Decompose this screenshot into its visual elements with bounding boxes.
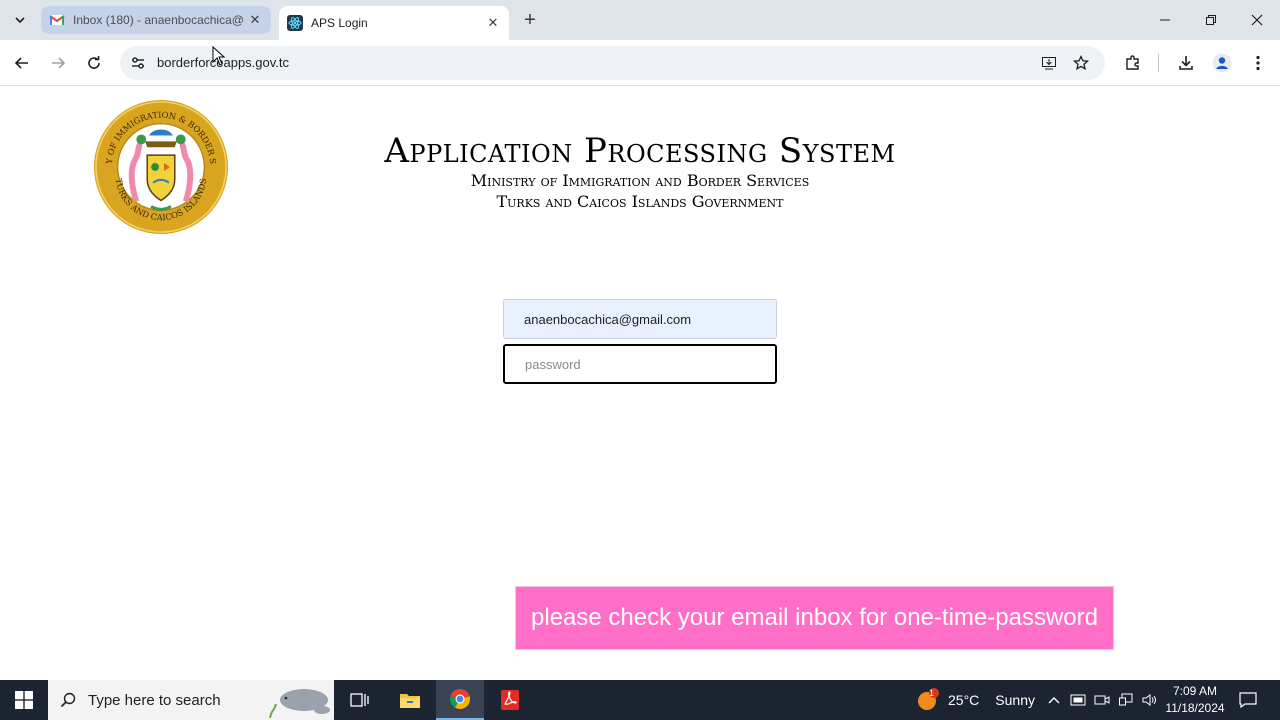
notifications-button[interactable] (1236, 680, 1260, 720)
weather-temp: 25°C (948, 692, 980, 708)
gmail-icon (49, 15, 65, 25)
new-tab-button[interactable]: + (518, 8, 542, 32)
chevron-up-icon (1048, 697, 1060, 704)
profile-button[interactable] (1210, 51, 1234, 75)
minimize-button[interactable] (1142, 0, 1188, 40)
camera-icon (1094, 695, 1110, 705)
chevron-down-icon (15, 17, 25, 24)
toast-message: please check your email inbox for one-ti… (531, 604, 1098, 631)
sun-icon (918, 688, 939, 710)
weather-badge: 1 (929, 688, 935, 698)
site-info-button[interactable] (128, 53, 148, 73)
back-button[interactable] (8, 49, 36, 77)
address-bar[interactable]: borderforceapps.gov.tc (120, 46, 1105, 80)
weather-widget[interactable]: 1 25°C Sunny (916, 680, 1035, 720)
close-icon[interactable]: ✕ (483, 13, 503, 33)
tab-aps-login[interactable]: APS Login ✕ (279, 6, 509, 40)
extensions-button[interactable] (1121, 51, 1145, 75)
pdf-icon (501, 690, 519, 710)
browser-toolbar: borderforceapps.gov.tc (0, 40, 1280, 86)
search-icon (48, 692, 88, 708)
tray-meet-button[interactable] (1090, 680, 1114, 720)
tab-title: Inbox (180) - anaenbocachica@ (73, 13, 244, 27)
arrow-left-icon (14, 57, 28, 69)
password-input[interactable] (525, 356, 755, 372)
downloads-button[interactable] (1174, 51, 1198, 75)
close-icon (1251, 14, 1263, 26)
tab-title: APS Login (311, 16, 368, 30)
arrow-right-icon (52, 57, 66, 69)
toolbar-divider (1158, 54, 1159, 72)
restore-icon (1206, 15, 1216, 25)
system-clock[interactable]: 7:09 AM 11/18/2024 (1160, 683, 1230, 717)
speaker-icon (1142, 694, 1156, 706)
minimize-icon (1160, 19, 1170, 21)
email-value: anaenbocachica@gmail.com (524, 311, 692, 327)
keyboard-icon (1070, 694, 1086, 706)
reload-icon (88, 56, 100, 69)
more-vertical-icon (1256, 55, 1260, 71)
clock-time: 7:09 AM (1172, 684, 1218, 698)
manatee-icon (269, 689, 330, 718)
tray-volume-button[interactable] (1138, 680, 1162, 720)
folder-icon (400, 694, 420, 708)
password-field[interactable] (503, 344, 777, 384)
start-button[interactable] (0, 680, 48, 720)
ministry-subtitle: Ministry of Immigration and Border Servi… (470, 171, 810, 190)
tab-strip: Inbox (180) - anaenbocachica@ ✕ APS Logi… (0, 0, 1280, 40)
tray-network-button[interactable] (1114, 680, 1138, 720)
mouse-cursor-icon (212, 46, 226, 66)
email-field[interactable]: anaenbocachica@gmail.com (503, 299, 777, 339)
file-explorer-button[interactable] (386, 680, 434, 720)
pdf-reader-button[interactable] (486, 680, 534, 720)
react-icon (287, 15, 303, 31)
login-page: MINISTRY OF IMMIGRATION & BORDER SERVICE… (0, 87, 1280, 680)
reload-button[interactable] (80, 49, 108, 77)
task-view-button[interactable] (336, 680, 384, 720)
tab-gmail[interactable]: Inbox (180) - anaenbocachica@ ✕ (41, 6, 271, 34)
show-hidden-icons-button[interactable] (1042, 680, 1066, 720)
puzzle-icon (1126, 55, 1139, 70)
bookmark-button[interactable] (1071, 53, 1091, 73)
star-icon (1073, 55, 1089, 71)
clock-date: 11/18/2024 (1165, 701, 1225, 715)
search-placeholder: Type here to search (88, 691, 221, 709)
network-icon (1119, 693, 1133, 706)
weather-desc: Sunny (995, 692, 1035, 708)
windows-logo-icon (15, 691, 33, 709)
tab-search-button[interactable] (8, 8, 32, 32)
taskbar-search-box[interactable]: Type here to search (48, 680, 334, 720)
chrome-taskbar-button[interactable] (436, 680, 484, 720)
browser-menu-button[interactable] (1246, 51, 1270, 75)
government-subtitle: Turks and Caicos Islands Government (496, 192, 784, 211)
close-icon[interactable]: ✕ (245, 10, 265, 30)
restore-button[interactable] (1188, 0, 1234, 40)
download-icon (1179, 56, 1193, 70)
install-icon (1042, 57, 1056, 70)
tray-keyboard-button[interactable] (1066, 680, 1090, 720)
task-view-icon (350, 693, 369, 707)
avatar-icon (1212, 53, 1232, 73)
otp-notification-toast: please check your email inbox for one-ti… (515, 586, 1114, 650)
close-window-button[interactable] (1234, 0, 1280, 40)
notification-icon (1239, 692, 1257, 708)
chrome-icon (449, 689, 471, 710)
forward-button[interactable] (44, 49, 72, 77)
windows-taskbar: Type here to search 1 25°C Sunny 7:09 AM… (0, 680, 1280, 720)
install-app-button[interactable] (1039, 53, 1059, 73)
tune-icon (132, 57, 144, 69)
page-title: Application Processing System (384, 131, 896, 171)
plus-icon: + (524, 8, 536, 31)
ministry-seal-logo: MINISTRY OF IMMIGRATION & BORDER SERVICE… (92, 98, 229, 235)
